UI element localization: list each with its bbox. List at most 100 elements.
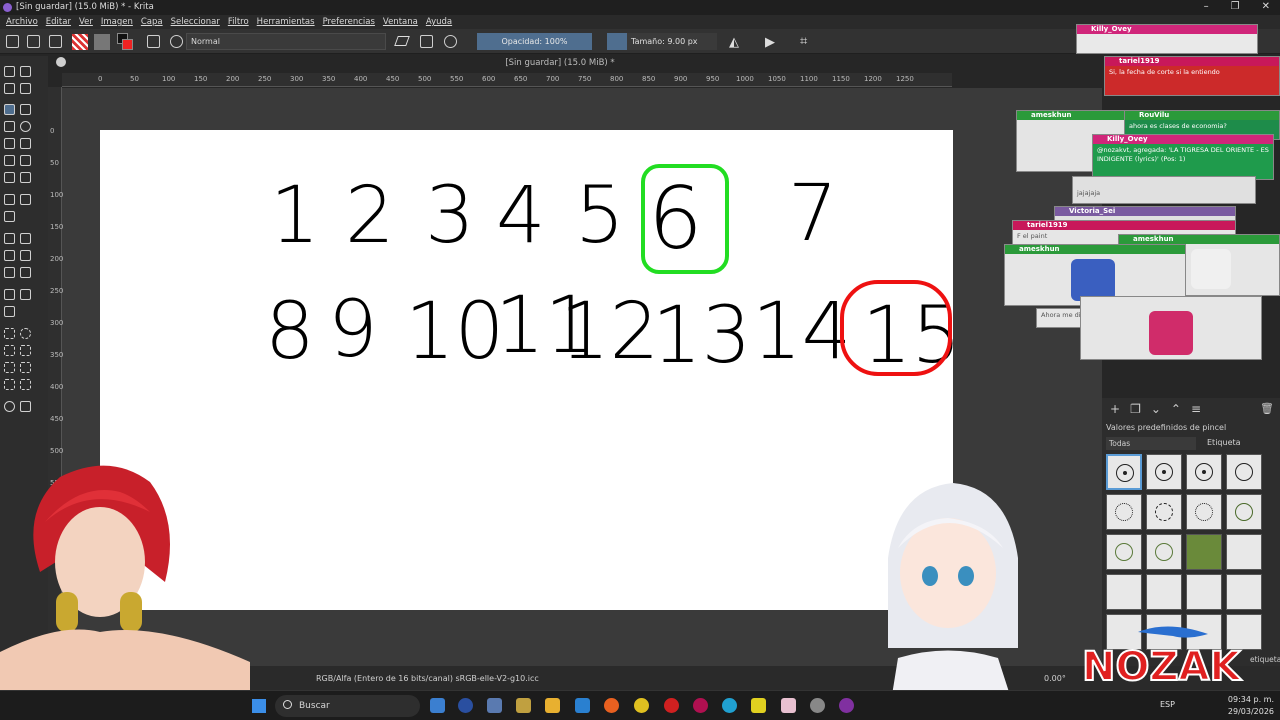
brush-preset[interactable] [1146,534,1182,570]
store-icon[interactable] [575,698,590,713]
chrome-icon[interactable] [634,698,649,713]
layer-properties-icon[interactable]: ≡ [1191,402,1201,416]
dynamic-brush-icon[interactable] [4,172,15,183]
opera-icon[interactable] [664,698,679,713]
brush-preset[interactable] [1226,534,1262,570]
measure-tool-icon[interactable] [20,289,31,300]
media-icon[interactable] [781,698,796,713]
notes-icon[interactable] [751,698,766,713]
polygon-tool-icon[interactable] [4,138,15,149]
obs-icon[interactable] [839,698,854,713]
assistant-tool-icon[interactable] [4,289,15,300]
maximize-button[interactable]: ❐ [1231,1,1240,12]
menu-ventana[interactable]: Ventana [383,15,418,29]
fill-tool-icon[interactable] [4,267,15,278]
add-layer-icon[interactable]: + [1110,402,1120,416]
menu-seleccionar[interactable]: Seleccionar [171,15,220,29]
ellipse-tool-icon[interactable] [20,121,31,132]
brush-filter-select[interactable]: Todas [1106,437,1196,450]
polygon-select-icon[interactable] [4,345,15,356]
brush-preset[interactable] [1146,494,1182,530]
app-icon[interactable] [458,698,473,713]
calculator-icon[interactable] [487,698,502,713]
smart-patch-icon[interactable] [20,250,31,261]
brush-preset[interactable] [1106,494,1142,530]
settings-icon[interactable] [810,698,825,713]
pan-tool-icon[interactable] [20,401,31,412]
rect-select-icon[interactable] [4,328,15,339]
brush-preset-icon[interactable] [170,35,183,48]
brush-settings-icon[interactable] [147,35,160,48]
bezier-select-icon[interactable] [4,379,15,390]
multibrush-icon[interactable] [20,172,31,183]
menu-preferencias[interactable]: Preferencias [323,15,375,29]
edit-shapes-icon[interactable] [4,83,15,94]
opacity-slider[interactable]: Opacidad: 100% [477,33,592,50]
ellipse-select-icon[interactable] [20,328,31,339]
freehand-select-icon[interactable] [20,345,31,356]
delete-layer-icon[interactable]: 🗑 [1260,402,1274,415]
document-tab-close-icon[interactable] [56,57,66,67]
brush-preset[interactable] [1146,574,1182,610]
menu-ayuda[interactable]: Ayuda [426,15,452,29]
move-down-icon[interactable]: ⌄ [1151,402,1161,416]
minimize-button[interactable]: – [1204,1,1209,12]
folder-icon[interactable] [516,698,531,713]
transform-tool-icon[interactable] [4,211,15,222]
color-picker-icon[interactable] [20,233,31,244]
enclose-fill-icon[interactable] [20,267,31,278]
save-icon[interactable] [49,35,62,48]
blend-mode-select[interactable]: Normal [186,33,386,50]
freehand-brush-icon[interactable] [4,104,15,115]
background-color-icon[interactable] [122,39,133,50]
brush-preset[interactable] [1186,534,1222,570]
brush-preset[interactable] [1226,494,1262,530]
size-slider[interactable]: Tamaño: 9.00 px [607,33,717,50]
tag-label[interactable]: Etiqueta [1207,438,1241,447]
brush-preset[interactable] [1186,494,1222,530]
mirror-horizontal-icon[interactable]: ◭ [729,35,739,50]
brush-preset[interactable] [1226,574,1262,610]
brush-preset[interactable] [1186,454,1222,490]
menu-imagen[interactable]: Imagen [101,15,133,29]
duplicate-layer-icon[interactable]: ❐ [1130,402,1141,416]
move-up-icon[interactable]: ⌃ [1171,402,1181,416]
new-document-icon[interactable] [6,35,19,48]
task-view-icon[interactable] [430,698,445,713]
brush-preset[interactable] [1106,534,1142,570]
open-folder-icon[interactable] [27,35,40,48]
menu-editar[interactable]: Editar [46,15,71,29]
taskbar-clock[interactable]: 09:34 p. m. 29/03/2026 [1228,694,1274,718]
move-tool-icon[interactable] [20,194,31,205]
edge-icon[interactable] [722,698,737,713]
firefox-icon[interactable] [604,698,619,713]
similar-select-icon[interactable] [20,362,31,373]
freehand-path-icon[interactable] [20,155,31,166]
rectangle-tool-icon[interactable] [4,121,15,132]
polyline-tool-icon[interactable] [20,138,31,149]
reload-icon[interactable] [444,35,457,48]
menu-filtro[interactable]: Filtro [228,15,249,29]
mirror-vertical-icon[interactable]: ▶ [765,35,775,50]
text-tool-icon[interactable] [20,66,31,77]
calligraphy-icon[interactable] [20,83,31,94]
menu-ver[interactable]: Ver [79,15,93,29]
taskbar-search[interactable]: Buscar [275,695,420,717]
menu-herramientas[interactable]: Herramientas [257,15,315,29]
file-explorer-icon[interactable] [545,698,560,713]
menu-archivo[interactable]: Archivo [6,15,38,29]
language-indicator[interactable]: ESP [1160,700,1175,709]
menu-capa[interactable]: Capa [141,15,163,29]
close-button[interactable]: ✕ [1262,1,1270,12]
bezier-tool-icon[interactable] [4,155,15,166]
wrap-around-icon[interactable]: ⌗ [800,34,807,49]
gradient-tool-icon[interactable] [4,233,15,244]
eraser-icon[interactable] [394,36,410,46]
select-shapes-icon[interactable] [4,66,15,77]
brush-preset[interactable] [1146,454,1182,490]
pattern-swatch-icon[interactable] [94,34,110,50]
brush-preset[interactable] [1106,454,1142,490]
alpha-lock-icon[interactable] [420,35,433,48]
brush-preset[interactable] [1186,574,1222,610]
start-button-icon[interactable] [252,699,266,713]
